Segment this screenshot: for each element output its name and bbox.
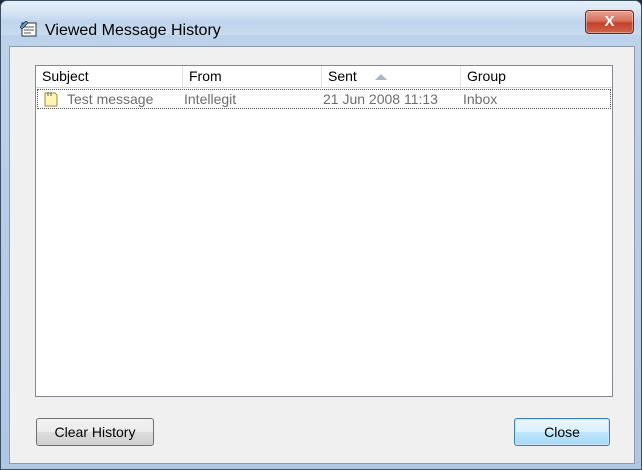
dialog-window: Viewed Message History X Subject From Se… bbox=[0, 0, 642, 470]
column-header-group[interactable]: Group bbox=[461, 66, 612, 87]
message-history-icon bbox=[20, 21, 37, 37]
list-header: Subject From Sent Group bbox=[36, 66, 612, 88]
column-label: Group bbox=[467, 68, 506, 84]
column-header-from[interactable]: From bbox=[183, 66, 322, 87]
table-row[interactable]: Test message Intellegit 21 Jun 2008 11:1… bbox=[37, 89, 611, 109]
window-title: Viewed Message History bbox=[45, 22, 221, 39]
window-close-button[interactable]: X bbox=[585, 10, 634, 34]
message-note-icon bbox=[44, 92, 58, 107]
cell-from: Intellegit bbox=[184, 91, 237, 107]
title-bar[interactable]: Viewed Message History X bbox=[1, 1, 641, 39]
cell-group: Inbox bbox=[463, 91, 498, 107]
close-icon: X bbox=[604, 13, 615, 30]
dialog-client-area: Subject From Sent Group Test message Int… bbox=[9, 46, 635, 464]
clear-history-button[interactable]: Clear History bbox=[36, 418, 154, 446]
sort-ascending-icon bbox=[374, 74, 387, 81]
column-label: Subject bbox=[42, 68, 89, 84]
button-label: Close bbox=[544, 424, 580, 440]
column-header-subject[interactable]: Subject bbox=[36, 66, 183, 87]
close-button[interactable]: Close bbox=[514, 418, 610, 446]
button-label: Clear History bbox=[54, 424, 136, 440]
message-list[interactable]: Subject From Sent Group Test message Int… bbox=[35, 65, 613, 397]
column-label: From bbox=[189, 68, 222, 84]
cell-subject: Test message bbox=[67, 91, 154, 107]
column-header-sent[interactable]: Sent bbox=[322, 66, 461, 87]
column-label: Sent bbox=[328, 68, 357, 84]
cell-sent: 21 Jun 2008 11:13 bbox=[323, 91, 438, 107]
